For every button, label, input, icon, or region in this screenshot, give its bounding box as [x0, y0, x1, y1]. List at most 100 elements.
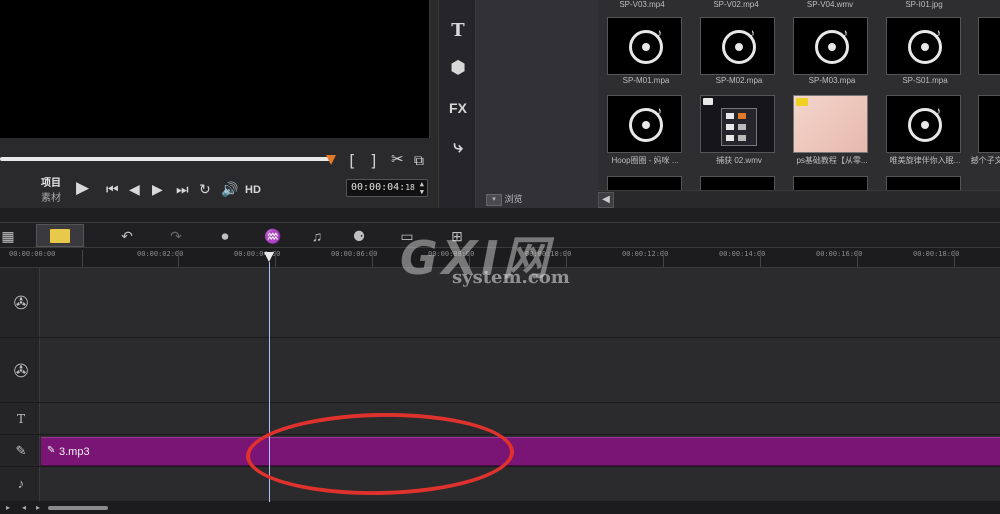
redo-icon[interactable]: ↷: [165, 227, 187, 245]
scrub-bar[interactable]: [0, 157, 332, 161]
browse-label: 浏览: [504, 194, 523, 204]
prev-frame-icon[interactable]: ◀: [129, 181, 140, 197]
browse-button[interactable]: ▾ 浏览: [486, 192, 523, 206]
library-caption-row-2: Hoop圈圈 - 妈咪 ... 捕获 02.wmv ps基础教程【从零... 唯…: [598, 155, 1000, 165]
timeline-ruler[interactable]: 00:00:00:00 00:00:02:00 00:00:04:00 00:0…: [0, 248, 1000, 268]
music-track[interactable]: [40, 467, 1000, 502]
library-item-audio[interactable]: ♪: [793, 17, 868, 75]
library-item[interactable]: [607, 176, 682, 190]
go-start-icon[interactable]: ⏮: [106, 181, 119, 197]
timecode-value: 00:00:04:: [351, 182, 406, 193]
library-item-caption: 唯美旋律伴你入眠...: [889, 156, 961, 165]
undo-icon[interactable]: ↶: [116, 227, 138, 245]
music-note-icon: ♪: [935, 26, 941, 40]
video-badge-icon: [703, 98, 713, 105]
next-frame-icon[interactable]: ▶: [152, 181, 163, 197]
folder-icon: ▾: [486, 193, 502, 206]
play-icon[interactable]: ▶: [76, 179, 89, 196]
timeline-toolbar: ▦ ↶ ↷ ⏺ ♒ ♫ ⚈ ▭ ⊞: [0, 222, 1000, 248]
go-end-icon[interactable]: ⏭: [176, 181, 189, 197]
mode-project-label[interactable]: 项目: [41, 174, 61, 189]
title-track-icon: T: [16, 412, 25, 426]
library-item-video[interactable]: [700, 95, 775, 153]
library-item-caption: 捕获 02.wmv: [716, 156, 762, 165]
audio-clip[interactable]: ✎ 3.mp3: [41, 437, 1000, 466]
microphone-icon: ✎: [15, 443, 27, 458]
library-item-audio[interactable]: ♪: [700, 17, 775, 75]
library-item-audio[interactable]: ♪: [886, 95, 961, 153]
library-item-audio[interactable]: ♪: [886, 17, 961, 75]
library-item-caption: SP-S01.mpa: [902, 76, 948, 85]
audio-mixer-icon[interactable]: ♒: [262, 227, 284, 245]
library-item[interactable]: [700, 176, 775, 190]
timeline-scrollbar[interactable]: ▸ ◂ ▸: [0, 502, 1000, 514]
timecode-field[interactable]: 00:00:04:18 ▲ ▼: [346, 179, 428, 197]
music-note-icon: ♪: [749, 26, 755, 40]
hd-toggle[interactable]: HD: [245, 182, 261, 198]
library-item-audio[interactable]: [978, 17, 1000, 75]
subtitle-editor-icon[interactable]: ▭: [396, 227, 418, 245]
title-icon[interactable]: T: [439, 20, 477, 41]
panel-divider[interactable]: [0, 208, 1000, 222]
library-item-caption: SP-M02.mpa: [715, 76, 763, 85]
library-item-caption: SP-M01.mpa: [622, 76, 670, 85]
library-item-caption: SP-V02.mp4: [713, 0, 759, 9]
playhead-line[interactable]: [269, 262, 270, 502]
library-item-caption: ps基础教程【从零...: [796, 156, 868, 165]
timeline-view-button[interactable]: [36, 224, 84, 247]
library-item-audio[interactable]: ♪: [607, 95, 682, 153]
music-note-icon: ♪: [935, 104, 941, 118]
fx-icon[interactable]: FX: [439, 100, 477, 116]
scrub-handle[interactable]: [326, 155, 336, 165]
library-caption-row-1: SP-M01.mpa SP-M02.mpa SP-M03.mpa SP-S01.…: [598, 76, 1000, 86]
auto-music-icon[interactable]: ♫: [306, 227, 328, 245]
scrollbar-thumb[interactable]: [48, 506, 108, 510]
library-item[interactable]: [793, 176, 868, 190]
overlay-track[interactable]: [40, 338, 1000, 403]
library-item-caption: SP-M03.mpa: [808, 76, 856, 85]
motion-tracking-icon[interactable]: ⚈: [348, 227, 370, 245]
scissors-icon[interactable]: ✂: [391, 152, 404, 168]
scroll-right-icon[interactable]: ▸: [36, 503, 40, 512]
mark-in-button[interactable]: [: [347, 151, 357, 170]
timecode-stepper[interactable]: ▲ ▼: [420, 180, 424, 196]
scroll-start-icon[interactable]: ▸: [6, 503, 10, 512]
voice-track-header[interactable]: ✎: [0, 435, 40, 467]
timecode-frames: 18: [405, 183, 415, 192]
ruler-label: 00:00:18:00: [913, 250, 960, 258]
video-editor-window: [ ] ✂ ⧉ 项目 素材 ▶ ⏮ ◀ ▶ ⏭ ↻ 🔊 HD 00:00:04:…: [0, 0, 1000, 514]
path-icon[interactable]: ⤷: [439, 137, 477, 157]
video-track-header[interactable]: ✇: [0, 268, 40, 338]
mode-clip-label[interactable]: 素材: [41, 189, 61, 204]
ruler-label: 00:00:00:00: [9, 250, 56, 258]
overlay-track-header[interactable]: ✇: [0, 338, 40, 403]
library-item-video[interactable]: [793, 95, 868, 153]
music-track-header[interactable]: ♪: [0, 467, 40, 502]
media-category-dock: T ⬢ FX ⤷: [438, 0, 476, 208]
library-item-audio[interactable]: [978, 95, 1000, 153]
volume-icon[interactable]: 🔊: [221, 181, 238, 197]
library-item[interactable]: [886, 176, 961, 190]
transition-icon[interactable]: ⬢: [439, 58, 477, 78]
mark-out-button[interactable]: ]: [369, 151, 379, 170]
video-track[interactable]: [40, 268, 1000, 338]
library-grid: SP-V03.mp4 SP-V02.mp4 SP-V04.wmv SP-I01.…: [598, 0, 1000, 190]
library-item-audio[interactable]: ♪: [607, 17, 682, 75]
record-capture-icon[interactable]: ⏺: [214, 227, 236, 245]
film-reel-icon: ✇: [13, 361, 29, 381]
title-track[interactable]: [40, 403, 1000, 435]
library-item-caption: SP-I01.jpg: [905, 0, 943, 9]
title-track-header[interactable]: T: [0, 403, 40, 435]
storyboard-view-icon[interactable]: ▦: [0, 227, 16, 245]
timeline-view-icon: [50, 229, 70, 243]
ruler-label: 00:00:12:00: [622, 250, 669, 258]
scroll-left-icon[interactable]: ◂: [22, 503, 26, 512]
scroll-left-arrow[interactable]: ◀: [598, 192, 614, 208]
library-caption-row-top: SP-V03.mp4 SP-V02.mp4 SP-V04.wmv SP-I01.…: [598, 0, 1000, 10]
repeat-icon[interactable]: ↻: [199, 181, 211, 197]
ruler-label: 00:00:02:00: [137, 250, 184, 258]
multi-camera-icon[interactable]: ⊞: [446, 227, 468, 245]
library-sidebar: ▾ 浏览: [476, 0, 598, 208]
copy-icon[interactable]: ⧉: [414, 152, 424, 168]
playhead-handle[interactable]: [264, 252, 274, 262]
